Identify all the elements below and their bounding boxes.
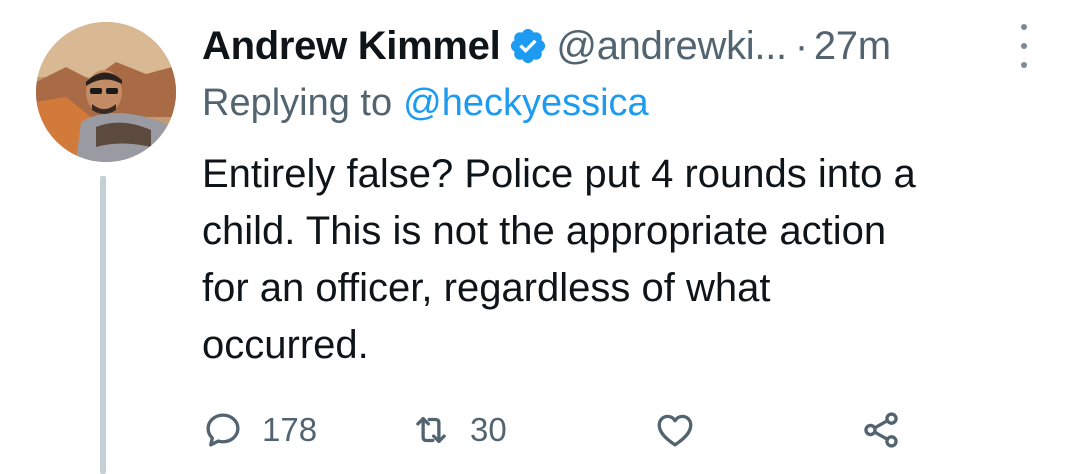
thread-line — [100, 176, 106, 474]
retweet-count: 30 — [470, 411, 507, 448]
replying-to: Replying to @heckyessica — [202, 78, 649, 128]
replying-mention-link[interactable]: @heckyessica — [403, 82, 649, 125]
retweet-button[interactable]: 30 — [410, 400, 507, 460]
tweet-header: Andrew Kimmel @andrewki... · 27m — [202, 18, 891, 74]
tweet-text-line: occurred. — [202, 323, 369, 367]
separator-dot: · — [794, 23, 808, 68]
retweet-icon — [416, 416, 446, 444]
avatar[interactable] — [36, 22, 176, 162]
tweet-body: Entirely false? Police put 4 rounds into… — [202, 146, 1052, 374]
tweet-text-line: child. This is not the appropriate actio… — [202, 209, 887, 253]
heart-icon — [657, 414, 693, 447]
reply-icon — [206, 413, 240, 447]
tweet-text-line: Entirely false? Police put 4 rounds into… — [202, 152, 916, 196]
timestamp[interactable]: 27m — [814, 24, 891, 69]
avatar-image — [36, 22, 176, 162]
action-bar: 178 30 — [202, 400, 962, 460]
replying-label: Replying to — [202, 81, 393, 124]
reply-count: 178 — [262, 411, 318, 448]
more-vertical-icon[interactable] — [1012, 24, 1036, 68]
share-button[interactable] — [860, 400, 902, 460]
reply-button[interactable]: 178 — [202, 400, 317, 460]
share-icon — [864, 412, 898, 448]
verified-badge-icon — [508, 26, 548, 66]
like-button[interactable] — [654, 400, 696, 460]
tweet-text-line: for an officer, regardless of what — [202, 266, 771, 310]
author-handle[interactable]: @andrewki... — [556, 24, 787, 69]
author-name[interactable]: Andrew Kimmel — [202, 24, 501, 69]
tweet[interactable]: Andrew Kimmel @andrewki... · 27m Replyin… — [0, 0, 1080, 474]
